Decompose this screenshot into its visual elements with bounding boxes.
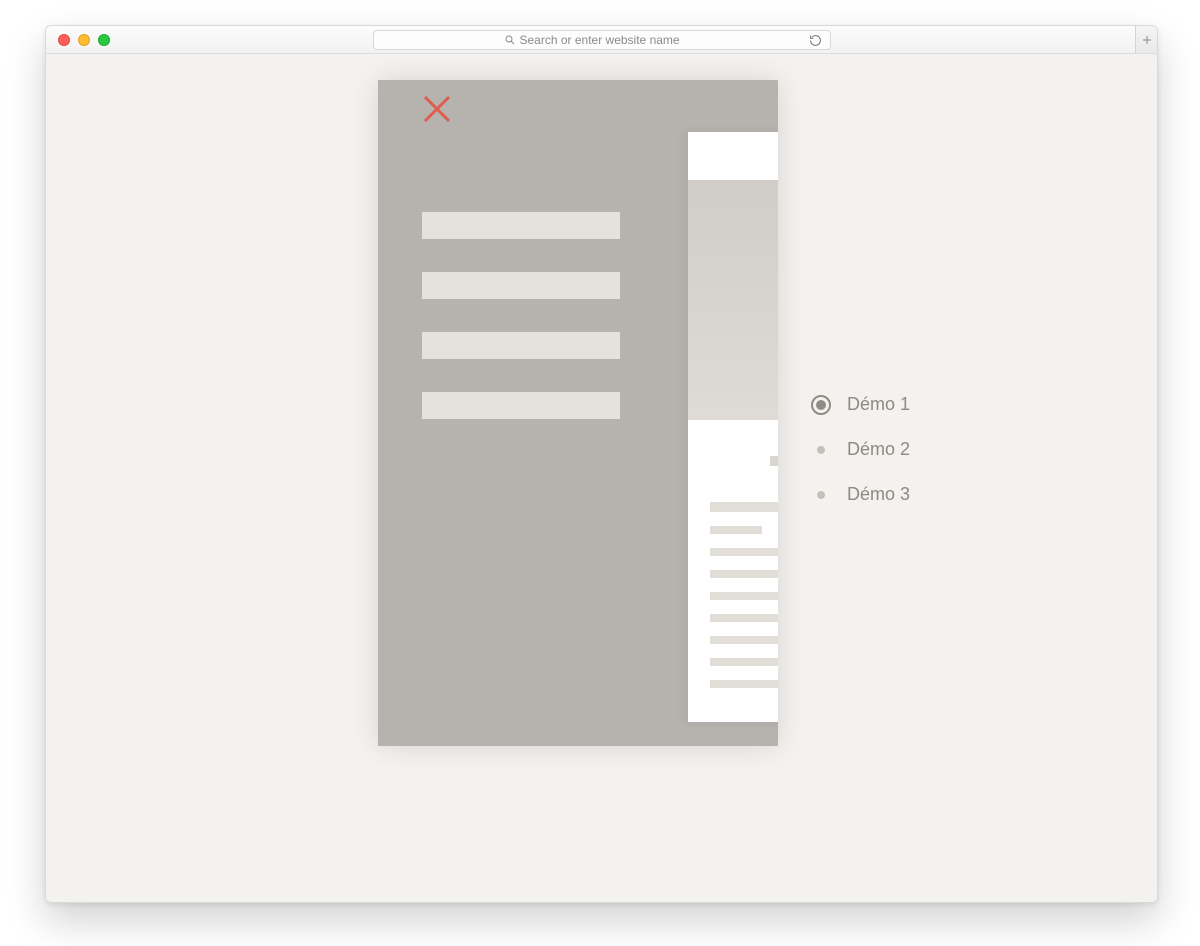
window-close-button[interactable] [58, 34, 70, 46]
preview-topbar [688, 132, 778, 180]
menu-item[interactable] [422, 392, 620, 419]
address-bar[interactable]: Search or enter website name [373, 30, 831, 50]
mobile-menu-demo [378, 80, 778, 746]
window-controls [58, 34, 110, 46]
demo-selector-label: Démo 2 [847, 439, 910, 460]
new-tab-button[interactable] [1135, 26, 1157, 53]
menu-item[interactable] [422, 332, 620, 359]
preview-text-line [710, 636, 778, 644]
radio-inactive-icon [811, 485, 831, 505]
demo-selector-item-3[interactable]: Démo 3 [811, 484, 910, 505]
demo-selector-item-2[interactable]: Démo 2 [811, 439, 910, 460]
menu-item[interactable] [422, 212, 620, 239]
preview-text-line [710, 658, 778, 666]
demo-selector-label: Démo 1 [847, 394, 910, 415]
search-icon [504, 34, 516, 46]
reload-icon[interactable] [809, 34, 822, 47]
menu-close-button[interactable] [422, 94, 452, 124]
demo-selector-label: Démo 3 [847, 484, 910, 505]
radio-inactive-icon [811, 440, 831, 460]
preview-text-line [710, 592, 778, 600]
browser-viewport: Démo 1 Démo 2 Démo 3 [46, 54, 1157, 902]
preview-text-line [710, 526, 762, 534]
preview-text-line [710, 548, 778, 556]
radio-active-icon [811, 395, 831, 415]
browser-titlebar: Search or enter website name [46, 26, 1157, 54]
preview-text-line [710, 570, 778, 578]
browser-window: Search or enter website name [45, 25, 1158, 903]
menu-items [422, 212, 620, 419]
preview-hero-image [688, 180, 778, 420]
menu-item[interactable] [422, 272, 620, 299]
demo-selector-item-1[interactable]: Démo 1 [811, 394, 910, 415]
preview-body [688, 420, 778, 688]
preview-text-line [710, 502, 778, 512]
preview-text-line [710, 614, 778, 622]
close-icon [422, 94, 452, 124]
preview-text-line [710, 680, 778, 688]
page-preview-column [688, 132, 778, 722]
preview-accent [770, 456, 778, 466]
address-bar-placeholder: Search or enter website name [520, 33, 809, 47]
window-minimize-button[interactable] [78, 34, 90, 46]
window-zoom-button[interactable] [98, 34, 110, 46]
plus-icon [1141, 34, 1153, 46]
demo-selector: Démo 1 Démo 2 Démo 3 [811, 394, 910, 505]
